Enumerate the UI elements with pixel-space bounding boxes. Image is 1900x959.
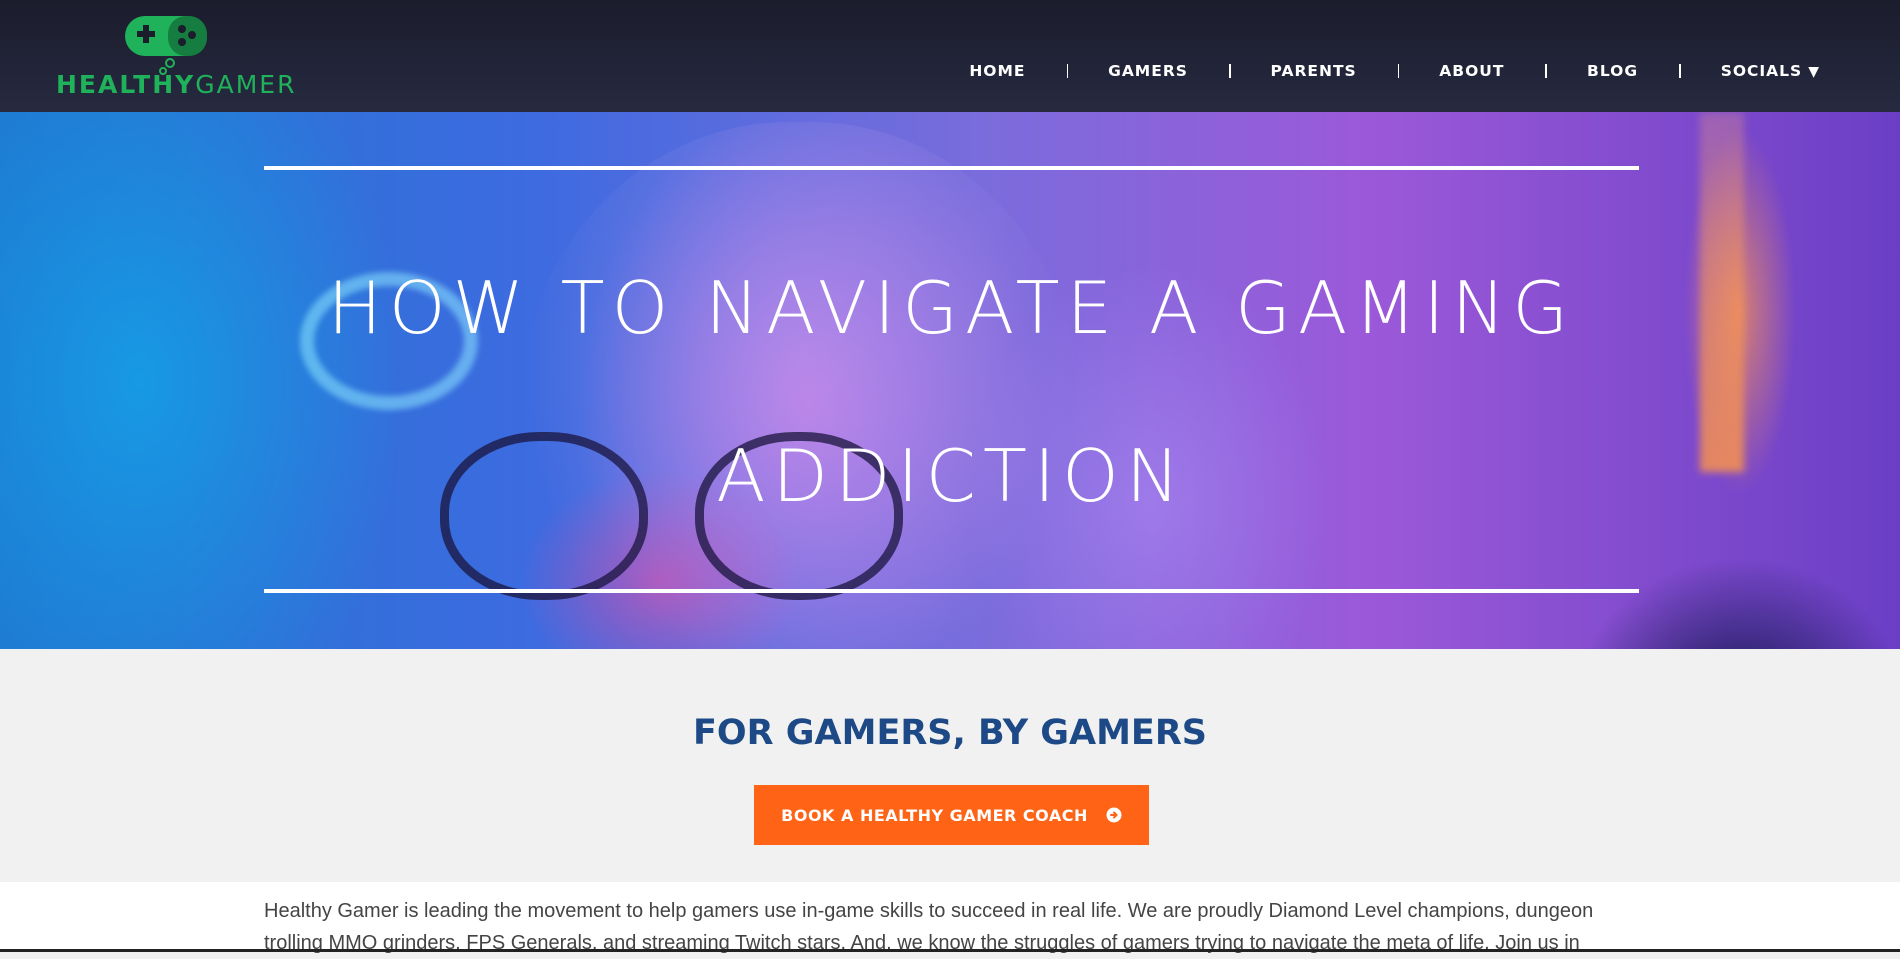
nav-item-blog[interactable]: BLOG <box>1587 62 1638 80</box>
hero-title-line-2: ADDICTION <box>716 434 1187 518</box>
tagline-section: FOR GAMERS, BY GAMERS BOOK A HEALTHY GAM… <box>0 649 1900 882</box>
nav-item-socials[interactable]: SOCIALS ▼ <box>1721 62 1820 80</box>
caret-down-icon: ▼ <box>1808 64 1820 80</box>
logo-wordmark: HEALTHYGAMER <box>56 70 296 100</box>
hero-title: HOW TO NAVIGATE A GAMING ADDICTION <box>264 224 1639 560</box>
book-coach-button-label: BOOK A HEALTHY GAMER COACH <box>781 805 1088 825</box>
hero-bottom-rule <box>264 589 1639 593</box>
healthy-gamer-logo[interactable]: HEALTHYGAMER <box>56 12 294 104</box>
book-coach-button[interactable]: BOOK A HEALTHY GAMER COACH <box>754 785 1149 845</box>
logo-word-gamer: GAMER <box>195 70 297 99</box>
nav-divider <box>1545 64 1548 78</box>
nav-divider <box>1066 64 1069 78</box>
nav-item-socials-label: SOCIALS <box>1720 62 1803 80</box>
arrow-circle-right-icon <box>1106 807 1122 823</box>
intro-section: Healthy Gamer is leading the movement to… <box>0 882 1900 954</box>
main-nav: HOME GAMERS PARENTS ABOUT BLOG SOCIALS ▼ <box>969 62 1820 80</box>
gamepad-logo-icon <box>125 16 207 75</box>
hero-background-light <box>1700 112 1744 472</box>
tagline-heading: FOR GAMERS, BY GAMERS <box>693 713 1207 753</box>
nav-item-home[interactable]: HOME <box>969 62 1025 80</box>
hero-title-line-1: HOW TO NAVIGATE A GAMING <box>327 266 1576 350</box>
nav-divider <box>1228 64 1231 78</box>
logo-word-healthy: HEALTHY <box>56 70 196 99</box>
nav-item-parents[interactable]: PARENTS <box>1271 62 1357 80</box>
hero-top-rule <box>264 166 1639 170</box>
hero-banner: HOW TO NAVIGATE A GAMING ADDICTION <box>0 112 1900 649</box>
nav-divider <box>1679 64 1681 78</box>
nav-item-about[interactable]: ABOUT <box>1439 62 1504 80</box>
nav-item-gamers[interactable]: GAMERS <box>1108 62 1188 80</box>
site-header: HEALTHYGAMER HOME GAMERS PARENTS ABOUT B… <box>0 0 1900 112</box>
nav-divider <box>1397 64 1400 78</box>
